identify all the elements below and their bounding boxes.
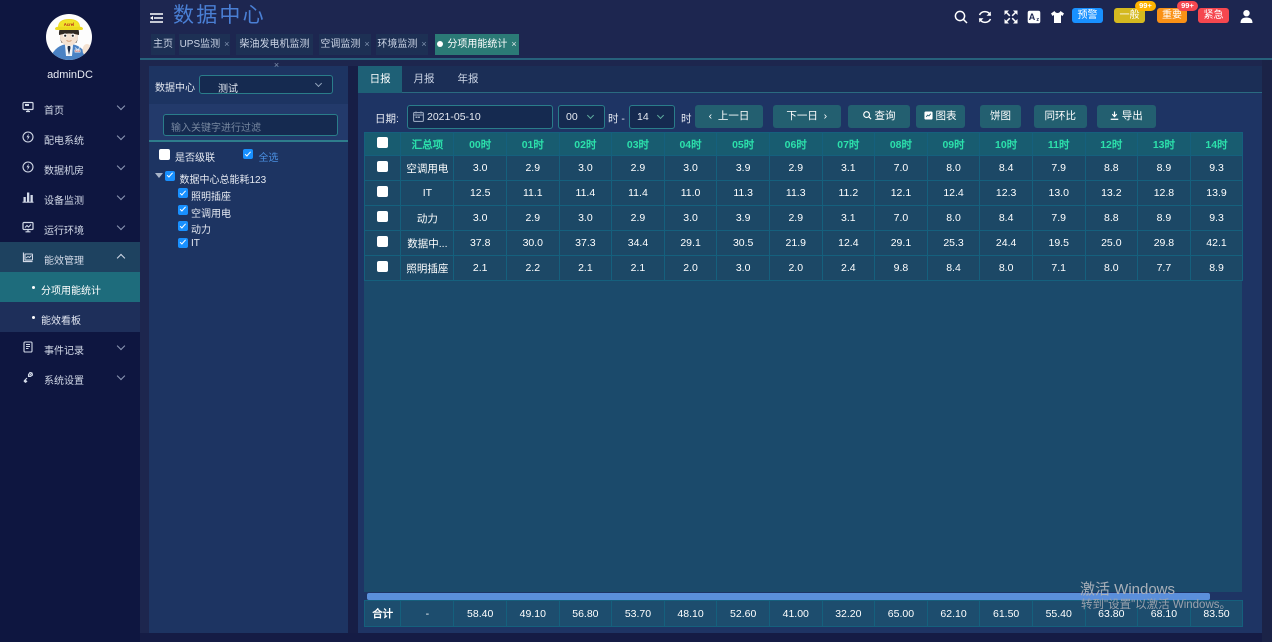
- svg-text:z: z: [1036, 17, 1039, 23]
- svg-text:Acrel: Acrel: [64, 22, 74, 27]
- svg-text:A: A: [1029, 12, 1036, 22]
- svg-text:Acrel: Acrel: [75, 50, 81, 53]
